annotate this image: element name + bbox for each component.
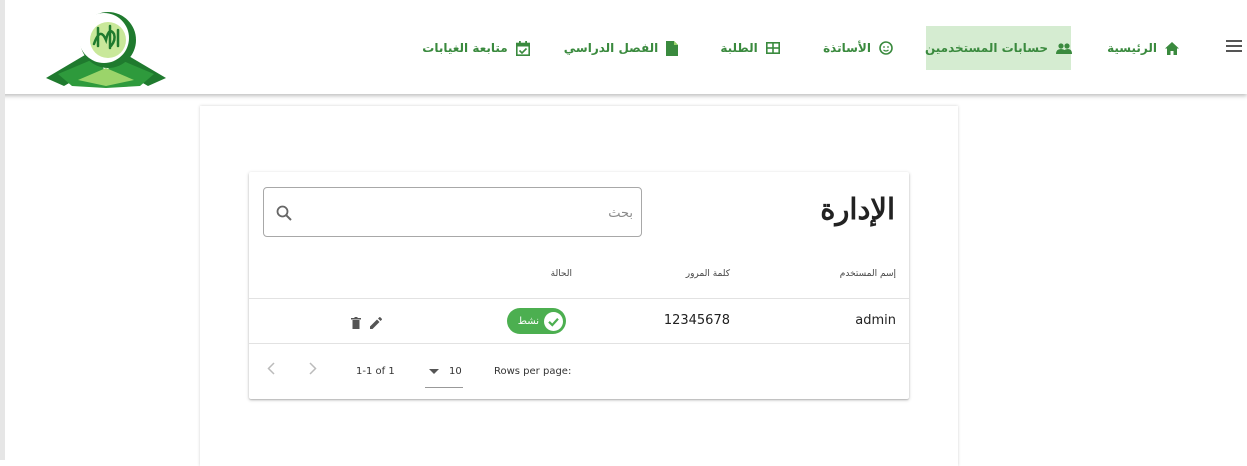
nav-item-absence-tracking[interactable]: متابعة الغيابات (410, 26, 542, 70)
table-row: admin 12345678 نشط (249, 299, 909, 344)
people-icon (1056, 42, 1073, 54)
nav-item-label: الطلبة (720, 41, 758, 55)
status-badge[interactable]: نشط (507, 308, 566, 334)
nav-item-home[interactable]: الرئيسية (1098, 26, 1188, 70)
column-header-password[interactable]: كلمة المرور (686, 269, 730, 279)
chevron-left-icon (267, 362, 275, 375)
search-field[interactable] (263, 187, 642, 237)
status-label: نشط (517, 315, 539, 327)
dropdown-arrow-icon (429, 369, 439, 374)
column-header-username[interactable]: إسم المستخدم (840, 269, 896, 279)
nav-item-label: متابعة الغيابات (422, 41, 508, 55)
rows-per-page-label: Rows per page: (494, 366, 572, 377)
rows-per-page-value: 10 (449, 366, 462, 377)
pagination-range: 1-1 of 1 (356, 366, 395, 377)
page-title: الإدارة (820, 192, 895, 226)
search-input[interactable] (306, 198, 635, 228)
cell-password: 12345678 (663, 313, 730, 328)
home-icon (1164, 41, 1179, 55)
table-pagination: Rows per page: 10 1-1 of 1 (249, 344, 909, 399)
table-icon (765, 42, 780, 54)
left-edge-rail (0, 0, 5, 460)
column-header-status[interactable]: الحالة (551, 269, 572, 279)
previous-page-button[interactable] (267, 362, 275, 378)
logo (44, 6, 168, 92)
nav-item-students[interactable]: الطلبة (710, 26, 790, 70)
calendar-check-icon (515, 40, 530, 56)
admin-table-card: الإدارة إسم المستخدم كلمة المرور الحالة … (249, 172, 909, 399)
chevron-right-icon (309, 362, 317, 375)
nav-item-label: الفصل الدراسي (563, 41, 659, 55)
nav-item-label: الرئيسية (1107, 41, 1157, 55)
nav-item-label: حسابات المستخدمين (924, 41, 1049, 55)
delete-icon[interactable] (351, 314, 361, 333)
check-circle-icon (544, 311, 563, 331)
search-icon (276, 205, 292, 221)
nav-item-teachers[interactable]: الأساتذة (810, 26, 906, 70)
nav-item-semester[interactable]: الفصل الدراسي (562, 26, 680, 70)
rows-per-page-select[interactable]: 10 (425, 356, 463, 388)
edit-icon[interactable] (370, 314, 382, 333)
face-icon (879, 41, 893, 55)
next-page-button[interactable] (309, 362, 317, 378)
nav-item-user-accounts[interactable]: حسابات المستخدمين (924, 26, 1073, 70)
table-header: إسم المستخدم كلمة المرور الحالة (249, 254, 909, 299)
top-app-bar: الرئيسية حسابات المستخدمين الأساتذة الطل… (0, 0, 1247, 94)
file-icon (666, 40, 679, 56)
menu-icon[interactable] (1226, 40, 1244, 54)
nav-item-label: الأساتذة (823, 41, 871, 55)
cell-username: admin (855, 313, 896, 328)
